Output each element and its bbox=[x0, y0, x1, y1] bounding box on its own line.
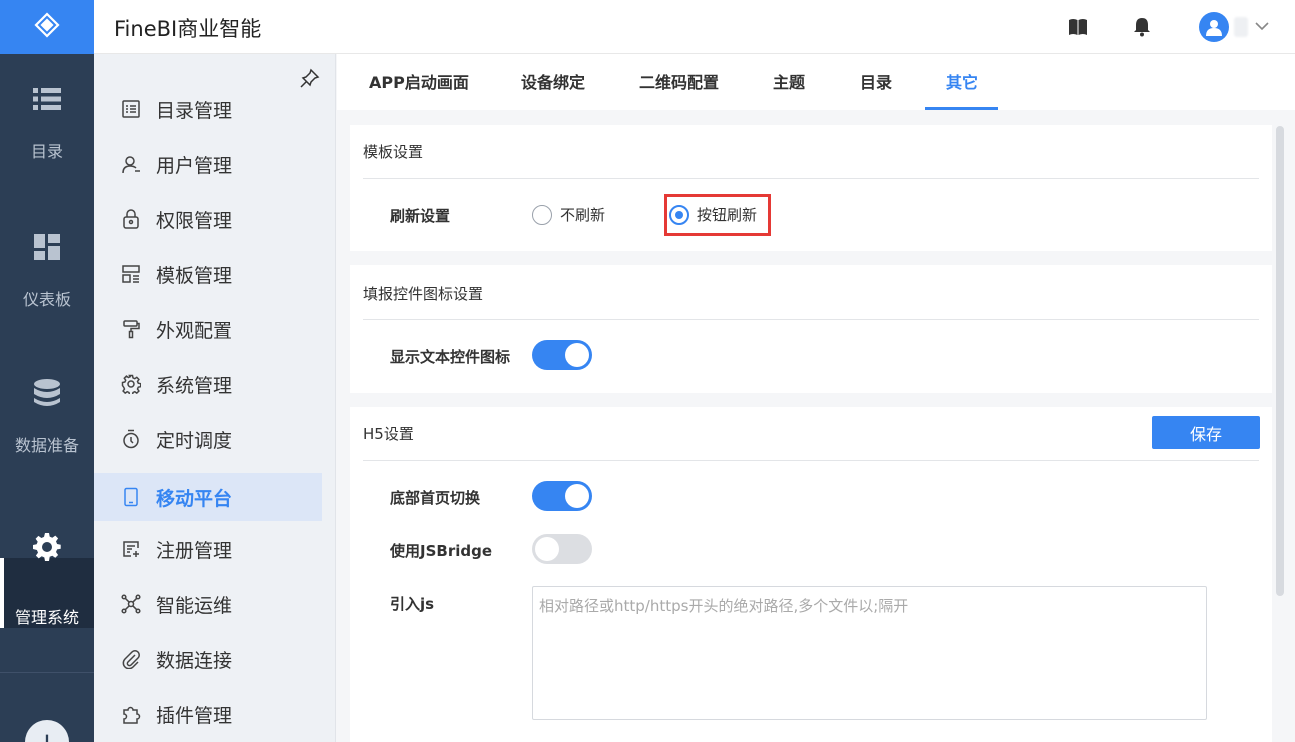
menu-item-label: 系统管理 bbox=[156, 374, 233, 397]
toggle-knob bbox=[565, 343, 589, 367]
radio-label: 不刷新 bbox=[560, 206, 606, 224]
add-button[interactable]: + bbox=[25, 720, 69, 742]
logo-icon bbox=[33, 11, 61, 43]
menu-item-label: 用户管理 bbox=[156, 154, 233, 177]
rail-item-label: 管理系统 bbox=[14, 608, 79, 627]
stopwatch-icon bbox=[120, 428, 142, 450]
mobile-icon bbox=[120, 486, 142, 508]
radio-no-refresh[interactable]: 不刷新 bbox=[532, 204, 605, 225]
menu-item-label: 定时调度 bbox=[156, 429, 233, 452]
section-divider bbox=[363, 460, 1259, 461]
rail-item-label: 仪表板 bbox=[22, 290, 71, 309]
chevron-down-icon[interactable] bbox=[1252, 16, 1272, 36]
rail-item-label: 目录 bbox=[30, 142, 63, 161]
jsbridge-label: 使用JSBridge bbox=[390, 542, 493, 560]
section-divider bbox=[363, 178, 1259, 179]
widget-settings-card: 填报控件图标设置 bbox=[350, 265, 1272, 393]
show-icon-toggle[interactable] bbox=[532, 340, 592, 370]
menu-item-label: 插件管理 bbox=[156, 704, 233, 727]
jsbridge-toggle[interactable] bbox=[532, 534, 592, 564]
submenu-item-plugins[interactable]: 插件管理 bbox=[94, 690, 322, 738]
tab-theme[interactable]: 主题 bbox=[773, 54, 805, 110]
main-nav-rail: 目录 仪表板 数据准备 管理系统 + bbox=[0, 0, 94, 742]
rail-item-admin[interactable]: 管理系统 bbox=[0, 533, 94, 628]
rail-item-label: 数据准备 bbox=[14, 436, 79, 455]
submenu-item-catalog[interactable]: 目录管理 bbox=[94, 85, 322, 133]
submenu-item-mobile[interactable]: 移动平台 bbox=[94, 473, 322, 521]
section-title: 填报控件图标设置 bbox=[363, 285, 484, 303]
rail-item-catalog[interactable]: 目录 bbox=[0, 54, 94, 190]
tab-qrcode[interactable]: 二维码配置 bbox=[639, 54, 719, 110]
gear-icon bbox=[30, 530, 64, 564]
username-redacted bbox=[1234, 17, 1248, 37]
toggle-knob bbox=[535, 537, 559, 561]
tab-other[interactable]: 其它 bbox=[946, 54, 978, 110]
tab-app-launch[interactable]: APP启动画面 bbox=[369, 54, 469, 110]
section-divider bbox=[363, 319, 1259, 320]
template-settings-card: 模板设置 bbox=[350, 125, 1272, 251]
top-header: FineBI商业智能 bbox=[94, 0, 1295, 54]
paint-roller-icon bbox=[120, 318, 142, 340]
save-button[interactable]: 保存 bbox=[1152, 416, 1260, 449]
tab-catalog[interactable]: 目录 bbox=[860, 54, 892, 110]
menu-item-label: 权限管理 bbox=[156, 209, 233, 232]
dashboard-icon bbox=[30, 230, 64, 264]
app-title: FineBI商业智能 bbox=[114, 17, 262, 41]
user-avatar-icon bbox=[1206, 20, 1222, 36]
bottom-switch-label: 底部首页切换 bbox=[390, 489, 481, 507]
submenu-item-connections[interactable]: 数据连接 bbox=[94, 635, 322, 683]
menu-item-label: 移动平台 bbox=[156, 487, 233, 510]
book-icon[interactable] bbox=[1066, 15, 1090, 39]
section-title: H5设置 bbox=[363, 425, 414, 443]
user-icon bbox=[120, 153, 142, 175]
menu-item-label: 模板管理 bbox=[156, 264, 233, 287]
settings-tabs: APP启动画面 设备绑定 二维码配置 主题 目录 其它 bbox=[337, 54, 1295, 110]
catalog-icon bbox=[120, 98, 142, 120]
radio-circle bbox=[532, 204, 552, 225]
menu-item-label: 外观配置 bbox=[156, 319, 233, 342]
import-js-textarea[interactable] bbox=[532, 586, 1207, 720]
toggle-knob bbox=[565, 484, 589, 508]
database-icon bbox=[30, 376, 64, 410]
puzzle-icon bbox=[120, 703, 142, 725]
submenu-item-permissions[interactable]: 权限管理 bbox=[94, 195, 322, 243]
menu-item-label: 数据连接 bbox=[156, 649, 233, 672]
refresh-setting-label: 刷新设置 bbox=[390, 207, 451, 225]
lock-icon bbox=[120, 208, 142, 230]
submenu-item-appearance[interactable]: 外观配置 bbox=[94, 305, 322, 353]
menu-item-label: 智能运维 bbox=[156, 594, 233, 617]
annotation-highlight bbox=[664, 194, 771, 236]
rail-divider bbox=[0, 672, 94, 673]
import-js-label: 引入js bbox=[390, 595, 435, 613]
submenu-item-users[interactable]: 用户管理 bbox=[94, 140, 322, 188]
submenu-item-schedule[interactable]: 定时调度 bbox=[94, 415, 322, 463]
template-icon bbox=[120, 263, 142, 285]
paperclip-icon bbox=[120, 648, 142, 670]
bottom-switch-toggle[interactable] bbox=[532, 481, 592, 511]
menu-item-label: 注册管理 bbox=[156, 539, 233, 562]
content-scrollbar[interactable] bbox=[1276, 126, 1284, 596]
tab-device-binding[interactable]: 设备绑定 bbox=[521, 54, 585, 110]
bell-icon[interactable] bbox=[1130, 15, 1154, 39]
network-icon bbox=[120, 593, 142, 615]
submenu-item-system[interactable]: 系统管理 bbox=[94, 360, 322, 408]
rail-item-dashboard[interactable]: 仪表板 bbox=[0, 202, 94, 338]
list-icon bbox=[30, 82, 64, 116]
avatar[interactable] bbox=[1199, 12, 1229, 42]
rail-item-data-prep[interactable]: 数据准备 bbox=[0, 348, 94, 484]
app-logo[interactable] bbox=[0, 0, 94, 54]
submenu-item-ops[interactable]: 智能运维 bbox=[94, 580, 322, 628]
menu-item-label: 目录管理 bbox=[156, 99, 233, 122]
settings-icon bbox=[120, 373, 142, 395]
plus-icon: + bbox=[35, 725, 59, 742]
show-icon-label: 显示文本控件图标 bbox=[390, 348, 511, 366]
submenu-item-templates[interactable]: 模板管理 bbox=[94, 250, 322, 298]
register-icon bbox=[120, 538, 142, 560]
submenu-item-register[interactable]: 注册管理 bbox=[94, 525, 322, 573]
section-title: 模板设置 bbox=[363, 143, 424, 161]
